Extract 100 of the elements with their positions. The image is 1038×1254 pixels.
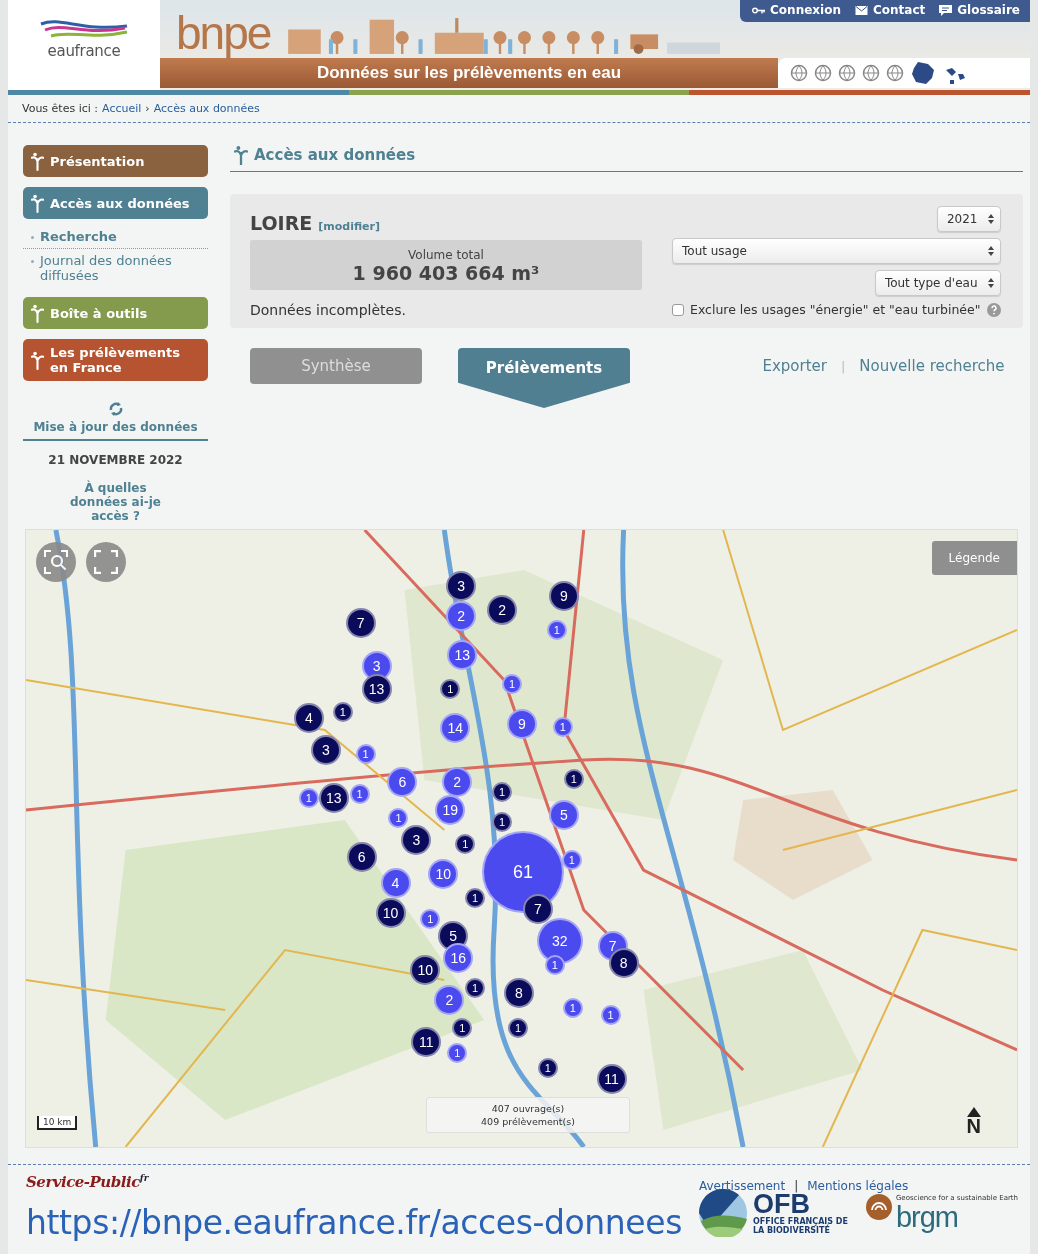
cluster-marker[interactable]: 1 [447,1043,468,1063]
cluster-marker[interactable]: 1 [332,702,353,722]
cluster-marker[interactable]: 7 [345,608,376,638]
cluster-marker[interactable]: 1 [388,808,409,828]
action-link[interactable]: Exporter [762,357,827,375]
cluster-marker[interactable]: 1 [465,978,486,998]
globe-icon[interactable] [862,64,880,82]
sprout-icon [31,151,44,171]
summary-text: 409 prélèvement(s) [481,1116,575,1127]
sprout-icon [31,193,44,213]
scale-bar: 10 km [37,1116,78,1130]
cluster-marker[interactable]: 1 [492,812,513,832]
page-url: https://bnpe.eaufrance.fr/acces-donnees [26,1203,683,1242]
banner-subtitle: Données sur les prélèvements en eau [316,63,622,83]
chat-icon [939,4,953,16]
sidebar-section[interactable]: Accès aux données [23,187,208,219]
logo-wordmark: eaufrance [47,41,121,60]
volume-label: Volume total [408,248,484,262]
updown-arrows-icon [987,278,994,288]
cluster-marker[interactable]: 1 [544,955,565,975]
access-link[interactable]: À quelles données ai-je accès ? [60,481,171,523]
footer-link[interactable]: Mentions légales [807,1179,909,1193]
action-link[interactable]: Nouvelle recherche [859,357,1005,375]
cluster-marker[interactable]: 8 [504,978,534,1008]
cluster-marker[interactable]: 1 [298,788,319,808]
cluster-marker[interactable]: 16 [443,943,474,973]
cluster-marker[interactable]: 10 [428,859,459,889]
cluster-marker[interactable]: 1 [420,909,441,929]
cluster-marker[interactable]: 19 [435,795,466,825]
ofb-subtitle: OFFICE FRANÇAIS DE LA BIODIVERSITÉ [752,1216,849,1235]
cluster-marker[interactable]: 1 [355,744,376,764]
cluster-marker[interactable]: 1 [452,1018,473,1038]
cluster-marker[interactable]: 1 [537,1058,558,1078]
globe-icon[interactable] [886,64,904,82]
sidebar-section[interactable]: Présentation [23,145,208,177]
fullscreen-icon[interactable] [86,542,126,582]
brgm-wordmark: brgm [895,1201,959,1232]
cluster-marker[interactable]: 1 [349,784,370,804]
waves-icon [39,17,129,40]
sidebar-item[interactable]: Recherche [23,225,208,249]
water-type-select[interactable]: Tout type d'eau [874,270,1001,296]
globe-icon[interactable] [790,64,808,82]
partner-logo-suffix: fr [139,1173,149,1183]
cluster-marker[interactable]: 1 [465,888,486,908]
legend-button[interactable]: Légende [931,541,1017,575]
mail-icon [854,4,868,16]
cluster-marker[interactable]: 11 [596,1064,627,1094]
cluster-marker[interactable]: 1 [508,1018,528,1038]
cluster-marker[interactable]: 13 [318,783,349,813]
breadcrumb-separator: › [145,102,150,115]
updown-arrows-icon [987,246,994,256]
edit-link[interactable]: [modifier] [318,220,381,233]
breadcrumb-link[interactable]: Accès aux données [153,102,260,115]
globe-icon[interactable] [838,64,856,82]
breadcrumb-link[interactable]: Accueil [102,102,142,115]
ofb-wordmark: OFB [752,1190,810,1217]
sprout-icon [31,303,44,323]
usage-select[interactable]: Tout usage [672,238,1001,264]
volume-value: 1 960 403 664 m³ [352,262,540,284]
summary-text: 407 ouvrage(s) [491,1103,565,1114]
map-panel[interactable]: 3 9 2 2 7 1 13 3 13 1 1 4 1 14 9 1 3 1 6 2 1 1 13 1 1 1 19 1 5 3 1 6 1 10 61 4 1 10 1 7 5 32 7 10 16 1 8 2 1 8 1 1 1 1 11 1 1 11 Légende 10 km 407 ouvrage(s) 409 prélèvement(s) N [25,529,1018,1148]
update-label: Mise à jour des données [23,417,208,441]
cluster-marker[interactable]: 1 [562,998,583,1018]
footer-link[interactable]: Avertissement [698,1179,786,1193]
cluster-marker[interactable]: 5 [438,921,469,951]
nav-link[interactable]: Connexion [752,3,841,17]
cluster-marker[interactable]: 4 [293,703,324,733]
year-select[interactable]: 2021 [936,206,1001,232]
sidebar-item[interactable]: Journal des données diffusées [23,249,208,287]
cluster-marker[interactable]: 5 [548,800,579,830]
brgm-logo-icon [865,1193,892,1220]
help-icon[interactable] [986,302,1001,317]
cluster-marker[interactable]: 1 [455,834,476,854]
cluster-marker[interactable]: 13 [361,674,392,704]
sidebar-section[interactable]: Boîte à outils [23,297,208,329]
nav-link[interactable]: Contact [854,3,926,17]
north-label: N [966,1117,981,1135]
cluster-marker[interactable]: 4 [380,868,411,898]
region-name: LOIRE [250,212,313,234]
checkbox[interactable] [672,303,684,316]
ofb-logo-icon [698,1188,747,1237]
cluster-marker[interactable]: 1 [600,1005,621,1025]
tab[interactable]: Prélèvements [458,348,630,408]
zoom-search-icon[interactable] [36,542,76,582]
sidebar-section[interactable]: Les prélèvements en France [23,339,208,381]
page-title: Accès aux données [254,146,416,164]
cluster-marker[interactable]: 3 [401,825,432,855]
logo-wordmark: bnpe [175,8,271,58]
cluster-marker[interactable]: 11 [411,1027,442,1057]
cluster-marker[interactable]: 6 [387,767,418,797]
update-date: 21 NOVEMBRE 2022 [48,453,183,467]
cluster-marker[interactable]: 1 [561,850,582,870]
globe-icon[interactable] [814,64,832,82]
partner-logo[interactable]: Service-Public [26,1173,140,1191]
cluster-marker[interactable]: 3 [446,571,477,601]
cluster-marker[interactable]: 3 [310,735,341,765]
data-note: Données incomplètes. [250,302,407,318]
updown-arrows-icon [987,214,994,224]
nav-link[interactable]: Glossaire [939,3,1020,17]
cluster-marker[interactable]: 2 [442,767,473,797]
